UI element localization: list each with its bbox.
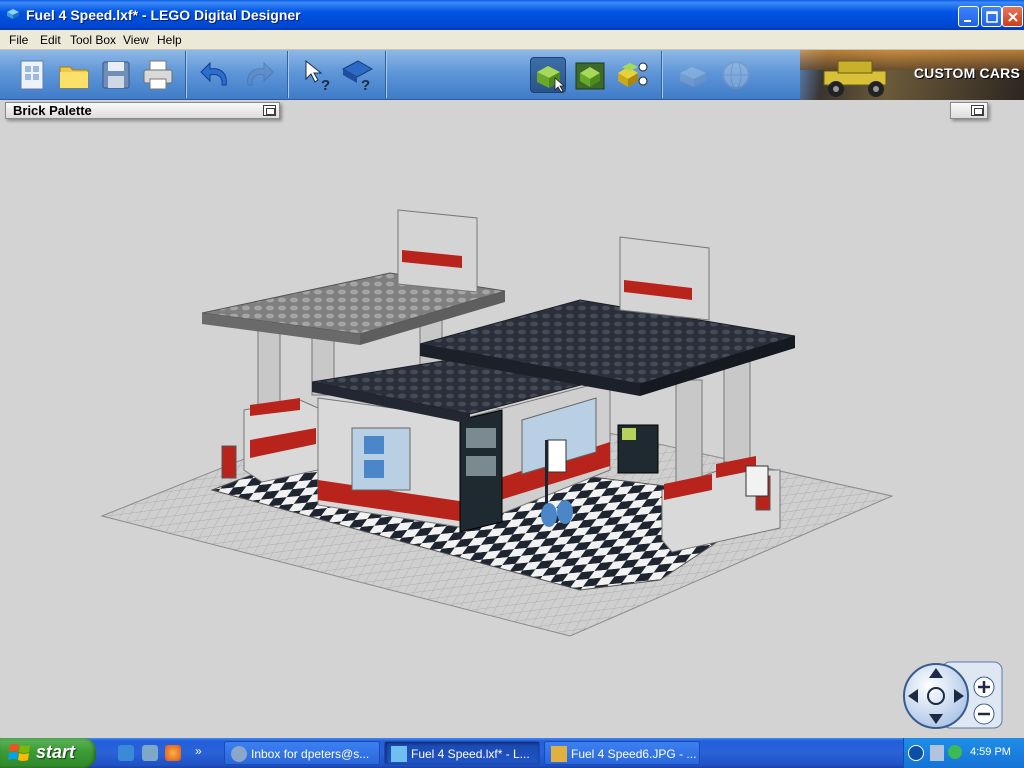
menu-bar: File Edit Tool Box View Help	[0, 30, 1024, 50]
quick-launch-overflow-icon[interactable]: »	[195, 744, 202, 758]
banner-car-image	[823, 60, 887, 97]
help-toolbar-group: ? ?	[288, 51, 386, 98]
network-icon[interactable]	[930, 745, 944, 761]
windows-logo-icon	[8, 744, 30, 761]
taskbar-item-lego[interactable]: Fuel 4 Speed.lxf* - L...	[384, 741, 540, 765]
close-button[interactable]	[1002, 6, 1023, 27]
app-window: Fuel 4 Speed.lxf* - LEGO Digital Designe…	[0, 0, 1024, 738]
title-bar[interactable]: Fuel 4 Speed.lxf* - LEGO Digital Designe…	[0, 0, 1024, 30]
open-folder-icon	[59, 66, 89, 89]
building-guide-mode-icon	[618, 62, 648, 87]
menu-toolbox[interactable]: Tool Box	[70, 33, 116, 47]
mail-icon	[231, 746, 247, 762]
svg-text:?: ?	[321, 77, 330, 93]
building-guide-mode-button[interactable]	[614, 57, 650, 93]
guide-help-icon: ?	[341, 60, 374, 94]
flag-pole	[545, 440, 548, 510]
pillar	[675, 379, 703, 491]
view-mode-icon	[575, 62, 605, 90]
taskbar-item-label: Inbox for dpeters@s...	[251, 747, 370, 761]
undo-button[interactable]	[198, 57, 234, 93]
messenger-icon[interactable]	[142, 745, 158, 761]
oil-barrel	[557, 500, 573, 524]
taskbar-item-label: Fuel 4 Speed.lxf* - L...	[411, 747, 530, 761]
new-file-button[interactable]	[14, 57, 50, 93]
start-label: start	[36, 742, 76, 762]
window-shelf	[364, 436, 384, 454]
build-mode-button[interactable]	[530, 57, 566, 93]
taskbar-item-label: Fuel 4 Speed6.JPG - ...	[571, 747, 697, 761]
vending-top	[622, 428, 636, 440]
file-toolbar-group	[0, 51, 186, 98]
online-gallery-icon	[680, 67, 706, 87]
door-glass	[466, 428, 496, 448]
globe-button[interactable]	[718, 57, 754, 93]
system-tray: 4:59 PM	[903, 738, 1024, 768]
menu-file[interactable]: File	[9, 33, 28, 47]
taskbar-item-image[interactable]: Fuel 4 Speed6.JPG - ...	[544, 741, 700, 765]
share-toolbar-group	[662, 51, 800, 98]
svg-text:?: ?	[361, 77, 370, 93]
window-shelf	[364, 460, 384, 478]
right-panel-tab[interactable]	[950, 102, 988, 119]
menu-view[interactable]: View	[123, 33, 149, 47]
fuel-pump	[221, 445, 237, 479]
checkered-flag	[547, 439, 567, 473]
custom-cars-banner[interactable]: CUSTOM CARS	[800, 50, 1024, 100]
new-file-icon	[20, 60, 44, 90]
banner-text: CUSTOM CARS	[913, 65, 1020, 81]
window-title: Fuel 4 Speed.lxf* - LEGO Digital Designe…	[26, 7, 301, 23]
menu-edit[interactable]: Edit	[40, 33, 61, 47]
ie-icon[interactable]	[118, 745, 134, 761]
lego-model-scene[interactable]	[0, 100, 1024, 738]
palette-collapse-button[interactable]	[263, 105, 276, 116]
undo-icon	[200, 61, 227, 86]
view-mode-button[interactable]	[572, 57, 608, 93]
lego-app-icon	[391, 746, 407, 762]
maximize-button[interactable]	[981, 6, 1002, 27]
globe-icon	[722, 61, 750, 89]
mode-toolbar-group	[386, 51, 662, 98]
print-button[interactable]	[140, 57, 176, 93]
tray-expand-icon[interactable]	[908, 745, 924, 761]
clock[interactable]: 4:59 PM	[970, 746, 1011, 758]
guide-help-button[interactable]: ?	[340, 57, 376, 94]
menu-help[interactable]: Help	[157, 33, 182, 47]
right-panel-collapse-button[interactable]	[971, 105, 984, 116]
lego-app-icon	[7, 9, 19, 19]
open-button[interactable]	[56, 57, 92, 93]
station-sign-right	[619, 236, 710, 321]
brick-palette-header[interactable]: Brick Palette	[5, 102, 280, 119]
select-help-button[interactable]: ?	[300, 57, 336, 94]
redo-button[interactable]	[240, 57, 276, 93]
online-gallery-button[interactable]	[676, 57, 712, 93]
taskbar: start » Inbox for dpeters@s... Fuel 4 Sp…	[0, 738, 1024, 768]
taskbar-item-inbox[interactable]: Inbox for dpeters@s...	[224, 741, 380, 765]
maximize-icon	[986, 11, 998, 23]
oil-barrel	[541, 503, 557, 527]
select-help-icon: ?	[305, 59, 330, 94]
build-viewport[interactable]	[0, 100, 1024, 738]
security-icon[interactable]	[948, 745, 962, 759]
save-disk-icon	[102, 61, 130, 89]
build-mode-icon	[537, 66, 566, 93]
history-toolbar-group	[186, 51, 288, 98]
close-icon	[1008, 12, 1018, 22]
door-glass	[466, 456, 496, 476]
print-icon	[143, 60, 173, 90]
minimize-button[interactable]	[958, 6, 979, 27]
save-button[interactable]	[98, 57, 134, 93]
brick-palette-title: Brick Palette	[13, 103, 92, 118]
firefox-icon[interactable]	[165, 745, 181, 761]
price-sign	[745, 465, 769, 497]
minimize-icon	[964, 20, 971, 22]
redo-icon	[247, 61, 274, 86]
start-button[interactable]: start	[0, 738, 96, 768]
image-viewer-icon	[551, 746, 567, 762]
camera-navigation-control	[902, 660, 1004, 732]
pillar	[723, 361, 751, 463]
